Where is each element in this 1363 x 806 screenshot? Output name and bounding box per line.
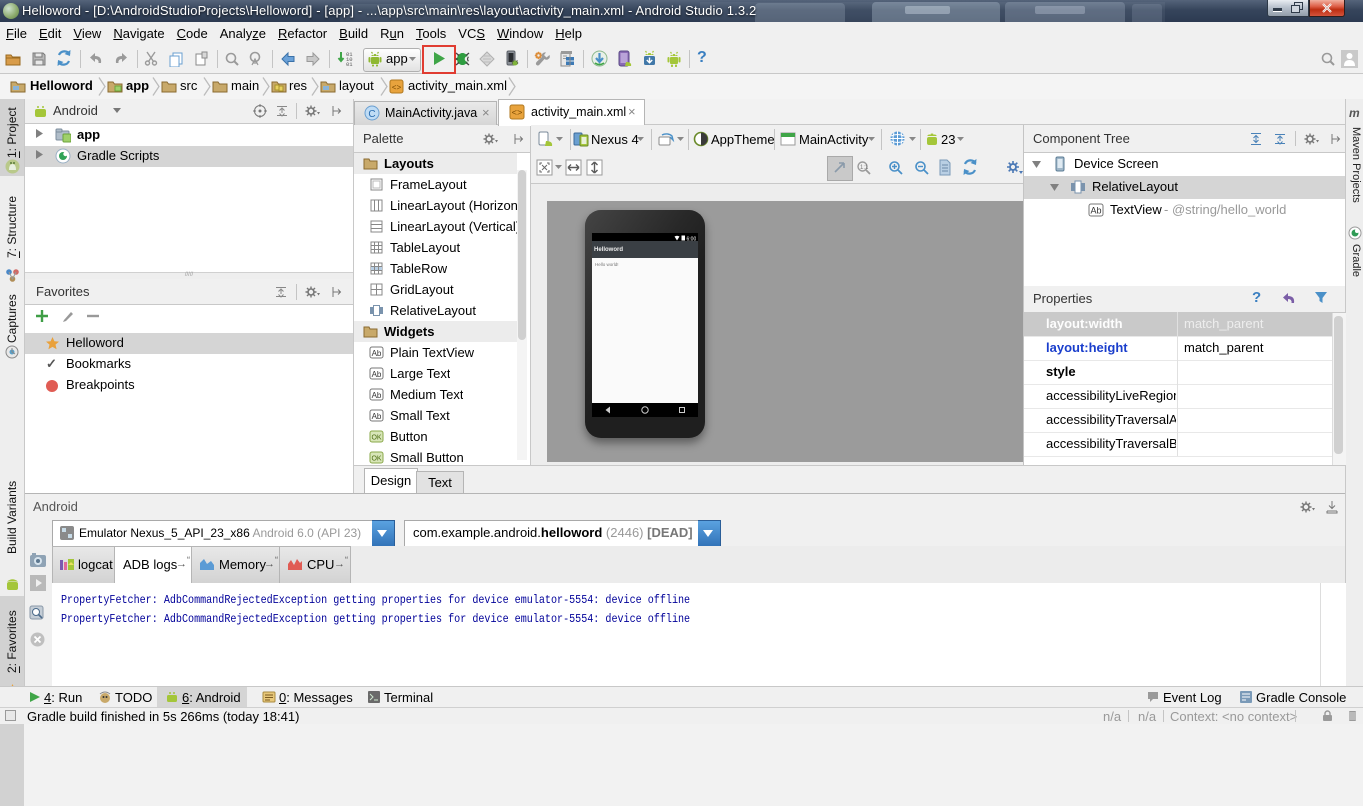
svg-text:Ab: Ab — [372, 412, 382, 421]
svg-text:C: C — [368, 109, 375, 120]
svg-text:Ab: Ab — [372, 370, 382, 379]
svg-text:OK: OK — [371, 435, 381, 442]
svg-text:<>: <> — [392, 84, 402, 93]
svg-text:OK: OK — [371, 456, 381, 463]
svg-text:Ab: Ab — [372, 391, 382, 400]
svg-text:6:00: 6:00 — [687, 237, 697, 242]
svg-text:Ab: Ab — [372, 349, 382, 358]
svg-text:<>: <> — [512, 109, 523, 119]
svg-text:Ab: Ab — [1090, 206, 1101, 216]
svg-text:1:1: 1:1 — [860, 165, 869, 171]
svg-text:01: 01 — [346, 61, 353, 68]
